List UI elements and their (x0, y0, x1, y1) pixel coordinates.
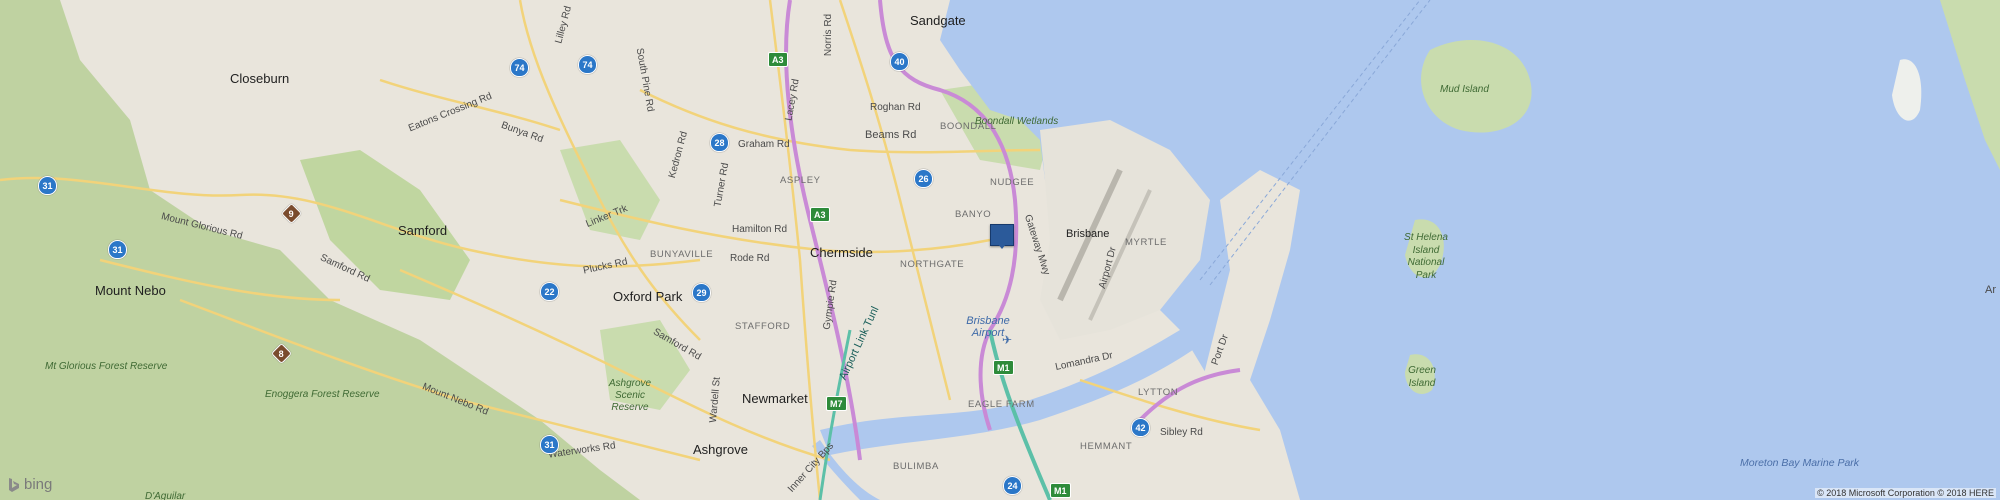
town-label: Samford (398, 223, 448, 238)
road-label: Sibley Rd (1160, 427, 1203, 438)
alpha-route-shield: M1 (1050, 483, 1071, 498)
route-shield: 31 (108, 240, 127, 259)
suburb-label: NUDGEE (990, 177, 1035, 188)
road-label: Norris Rd (823, 13, 835, 57)
suburb-label: BANYO (955, 209, 992, 220)
town-label: Chermside (810, 245, 873, 260)
road-label: Roghan Rd (870, 102, 921, 113)
suburb-label: NORTHGATE (900, 259, 965, 270)
route-shield: 26 (914, 169, 933, 188)
route-shield: 31 (38, 176, 57, 195)
route-shield: 29 (692, 283, 711, 302)
edge-label: Ar (1985, 284, 1996, 296)
alpha-route-shield: A3 (810, 207, 830, 222)
route-shield: 31 (540, 435, 559, 454)
route-shield: 24 (1003, 476, 1022, 495)
town-label: Closeburn (230, 71, 290, 86)
island-label: Green Island (1408, 365, 1436, 389)
suburb-label: STAFFORD (735, 321, 791, 332)
road-label: Rode Rd (730, 253, 770, 264)
tourist-route-number: 9 (288, 208, 295, 219)
airport-plane-icon: ✈ (1002, 333, 1013, 347)
road-label: Graham Rd (738, 139, 790, 150)
park-label: Enoggera Forest Reserve (265, 389, 380, 400)
suburb-label: BUNYAVILLE (650, 249, 714, 260)
road-label: Beams Rd (865, 129, 917, 141)
suburb-label: MYRTLE (1125, 237, 1167, 248)
tourist-route-number: 8 (278, 348, 285, 359)
suburb-label: EAGLE FARM (968, 399, 1035, 410)
water-label: Moreton Bay Marine Park (1740, 457, 1860, 469)
suburb-label: LYTTON (1138, 387, 1179, 398)
alpha-route-shield: A3 (768, 52, 788, 67)
town-label: Sandgate (910, 13, 966, 28)
park-label: Mt Glorious Forest Reserve (45, 361, 168, 372)
island-label: Mud Island (1440, 84, 1489, 95)
town-label: Mount Nebo (95, 283, 166, 298)
park-label: Ashgrove Scenic Reserve (608, 378, 652, 413)
route-shield: 22 (540, 282, 559, 301)
route-shield: 28 (710, 133, 729, 152)
alpha-route-shield: M1 (993, 360, 1014, 375)
route-shield: 74 (578, 55, 597, 74)
airport-area-label: Brisbane (1066, 228, 1110, 240)
park-label: Boondall Wetlands (975, 116, 1059, 127)
suburb-label: BULIMBA (893, 461, 939, 472)
route-shield: 42 (1131, 418, 1150, 437)
location-pin-marker[interactable] (990, 224, 1014, 249)
map-canvas[interactable]: Sandgate Closeburn Samford Mount Nebo Ox… (0, 0, 2000, 500)
route-shield: 74 (510, 58, 529, 77)
island-label: St Helena Island National Park (1404, 232, 1448, 281)
alpha-route-shield: M7 (826, 396, 847, 411)
park-label: D'Aguilar (145, 491, 186, 500)
town-label: Newmarket (742, 391, 808, 406)
road-label: Hamilton Rd (732, 224, 788, 235)
bing-logo-icon (9, 477, 19, 492)
bing-logo[interactable]: bing (8, 476, 52, 493)
copyright-text: © 2018 Microsoft Corporation © 2018 HERE (1815, 488, 1996, 498)
suburb-label: ASPLEY (780, 175, 821, 186)
town-label: Oxford Park (613, 289, 683, 304)
route-shield: 40 (890, 52, 909, 71)
bing-logo-text: bing (24, 476, 53, 493)
map-base-layer (0, 0, 2000, 500)
town-label: Ashgrove (693, 442, 748, 457)
suburb-label: HEMMANT (1080, 441, 1133, 452)
